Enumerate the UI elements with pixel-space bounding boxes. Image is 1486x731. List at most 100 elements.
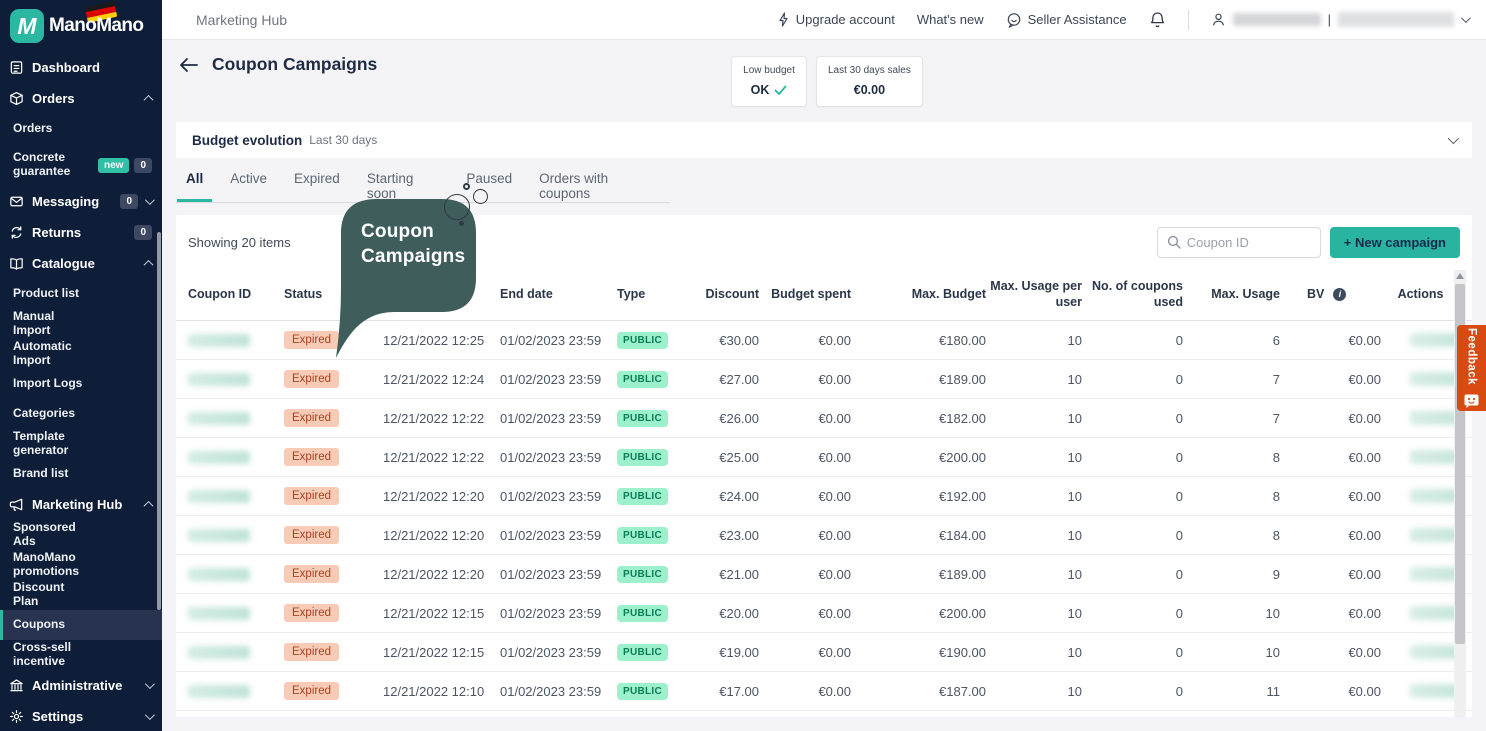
cell-type: PUBLIC xyxy=(617,487,693,505)
sidebar-item-orders[interactable]: Orders xyxy=(0,83,162,114)
cell-max_budget: €187.00 xyxy=(851,684,986,699)
actions-redacted[interactable] xyxy=(1410,489,1460,503)
manomano-logo[interactable]: M ManoMano xyxy=(0,0,162,52)
sidebar-item-categories[interactable]: Categories xyxy=(0,399,162,429)
actions-redacted[interactable] xyxy=(1410,645,1460,659)
sidebar-item-brand-list[interactable]: Brand list xyxy=(0,459,162,489)
column-header-actions: Actions xyxy=(1381,287,1460,303)
cell-max_budget: €200.00 xyxy=(851,606,986,621)
sidebar-item-returns[interactable]: Returns0 xyxy=(0,217,162,248)
user-menu[interactable]: | xyxy=(1211,12,1468,27)
actions-redacted[interactable] xyxy=(1410,411,1460,425)
sidebar-item-coupons[interactable]: Coupons xyxy=(0,610,162,640)
table-row[interactable]: Expired12/21/2022 12:2001/02/2023 23:59P… xyxy=(176,477,1472,516)
tab-active[interactable]: Active xyxy=(221,170,276,202)
coupon-search-box[interactable] xyxy=(1157,227,1321,258)
table-row[interactable]: Expired12/21/2022 12:2001/02/2023 23:59P… xyxy=(176,555,1472,594)
cell-coupon_id xyxy=(188,646,284,659)
sidebar-item-messaging[interactable]: Messaging0 xyxy=(0,186,162,217)
actions-redacted[interactable] xyxy=(1410,450,1460,464)
sidebar-item-import-logs[interactable]: Import Logs xyxy=(0,369,162,399)
cell-actions xyxy=(1381,333,1460,347)
sidebar-item-label: Returns xyxy=(32,225,81,240)
tab-all[interactable]: All xyxy=(177,170,212,202)
sidebar-item-sponsored-ads[interactable]: Sponsored Ads xyxy=(0,520,162,550)
cell-coupons_used: 0 xyxy=(1082,372,1183,387)
back-arrow-icon[interactable] xyxy=(179,57,198,73)
cell-discount: €23.00 xyxy=(693,528,759,543)
tab-expired[interactable]: Expired xyxy=(285,170,349,202)
cell-bv: €0.00 xyxy=(1280,567,1381,582)
actions-redacted[interactable] xyxy=(1410,528,1460,542)
sidebar-item-concrete-guarantee[interactable]: Concrete guaranteenew0 xyxy=(0,144,162,186)
coupon-id-redacted xyxy=(188,607,250,620)
company-name-redacted xyxy=(1338,12,1454,27)
actions-redacted[interactable] xyxy=(1410,567,1460,581)
cell-max_usage: 7 xyxy=(1183,411,1280,426)
table-row[interactable]: Expired12/21/2022 12:2201/02/2023 23:59P… xyxy=(176,438,1472,477)
chevron-down-icon xyxy=(1461,13,1471,23)
sidebar-item-manual-import[interactable]: Manual Import xyxy=(0,309,162,339)
sidebar-item-label: Template generator xyxy=(13,430,91,458)
table-row[interactable]: Expired12/21/2022 12:2501/02/2023 23:59P… xyxy=(176,321,1472,360)
bell-icon[interactable] xyxy=(1149,11,1166,29)
upgrade-account-link[interactable]: Upgrade account xyxy=(777,12,895,27)
actions-redacted[interactable] xyxy=(1410,684,1460,698)
new-campaign-button[interactable]: + New campaign xyxy=(1330,227,1460,258)
sidebar-scrollbar-thumb[interactable] xyxy=(157,232,161,610)
budget-evolution-panel[interactable]: Budget evolution Last 30 days xyxy=(176,122,1472,158)
actions-redacted[interactable] xyxy=(1410,333,1460,347)
table-row[interactable]: Expired12/21/2022 12:1001/02/2023 23:59P… xyxy=(176,672,1472,711)
whats-new-link[interactable]: What's new xyxy=(917,12,984,27)
cell-max_usage: 10 xyxy=(1183,645,1280,660)
cell-coupons_used: 0 xyxy=(1082,606,1183,621)
cell-coupon_id xyxy=(188,529,284,542)
scroll-up-arrow-icon[interactable] xyxy=(1456,273,1464,279)
cell-budget_spent: €0.00 xyxy=(759,606,851,621)
cell-type: PUBLIC xyxy=(617,370,693,388)
table-row[interactable]: Expired12/21/2022 12:2001/02/2023 23:59P… xyxy=(176,516,1472,555)
table-row[interactable]: Expired12/21/2022 12:2401/02/2023 23:59P… xyxy=(176,360,1472,399)
sidebar-item-label: Settings xyxy=(32,709,83,724)
coupon-id-redacted xyxy=(188,529,250,542)
sidebar-item-template-generator[interactable]: Template generator xyxy=(0,429,162,459)
tab-paused[interactable]: Paused xyxy=(457,170,521,202)
sidebar-item-label: Import Logs xyxy=(13,377,82,391)
topbar-divider xyxy=(1188,10,1189,30)
sidebar-item-product-list[interactable]: Product list xyxy=(0,279,162,309)
feedback-label: Feedback xyxy=(1466,328,1478,385)
cell-coupon_id xyxy=(188,607,284,620)
sidebar-item-catalogue[interactable]: Catalogue xyxy=(0,248,162,279)
sidebar-item-automatic-import[interactable]: Automatic Import xyxy=(0,339,162,369)
sidebar-item-marketing-hub[interactable]: Marketing Hub xyxy=(0,489,162,520)
sidebar-item-administrative[interactable]: Administrative xyxy=(0,670,162,701)
column-header-max_usage: Max. Usage xyxy=(1183,287,1280,303)
chevron-down-icon[interactable] xyxy=(1448,133,1459,144)
actions-redacted[interactable] xyxy=(1410,606,1460,620)
table-row[interactable]: Expired12/21/2022 12:2201/02/2023 23:59P… xyxy=(176,399,1472,438)
user-icon xyxy=(1211,12,1226,27)
search-input[interactable] xyxy=(1187,235,1302,250)
cell-start_date: 12/21/2022 12:24 xyxy=(383,372,500,387)
table-row[interactable]: Expired12/21/2022 12:1501/02/2023 23:59P… xyxy=(176,594,1472,633)
actions-redacted[interactable] xyxy=(1410,372,1460,386)
sidebar-item-dashboard[interactable]: Dashboard xyxy=(0,52,162,83)
tabs-row: All Active Expired Starting soonPaused Order… xyxy=(176,170,1472,203)
sidebar-item-cross-sell-incentive[interactable]: Cross-sell incentive xyxy=(0,640,162,670)
table-row[interactable]: Expired12/21/2022 12:1501/02/2023 23:59P… xyxy=(176,633,1472,672)
cell-coupon_id xyxy=(188,568,284,581)
sidebar-item-discount-plan[interactable]: Discount Plan xyxy=(0,580,162,610)
sidebar-item-settings[interactable]: Settings xyxy=(0,701,162,731)
type-badge: PUBLIC xyxy=(617,644,668,661)
feedback-tab[interactable]: Feedback xyxy=(1457,325,1486,411)
info-icon[interactable]: i xyxy=(1333,288,1346,301)
cell-discount: €17.00 xyxy=(693,684,759,699)
sidebar-item-label: Messaging xyxy=(32,194,99,209)
sidebar-item-orders-list[interactable]: Orders xyxy=(0,114,162,144)
returns-icon xyxy=(9,225,25,241)
tab-orders-with-coupons[interactable]: Orders with coupons xyxy=(530,170,661,202)
tab-starting-soon[interactable]: Starting soon xyxy=(358,170,449,202)
seller-assistance-link[interactable]: Seller Assistance xyxy=(1006,12,1127,28)
status-badge: Expired xyxy=(284,448,339,466)
sidebar-item-manomano-promotions[interactable]: ManoMano promotions xyxy=(0,550,162,580)
